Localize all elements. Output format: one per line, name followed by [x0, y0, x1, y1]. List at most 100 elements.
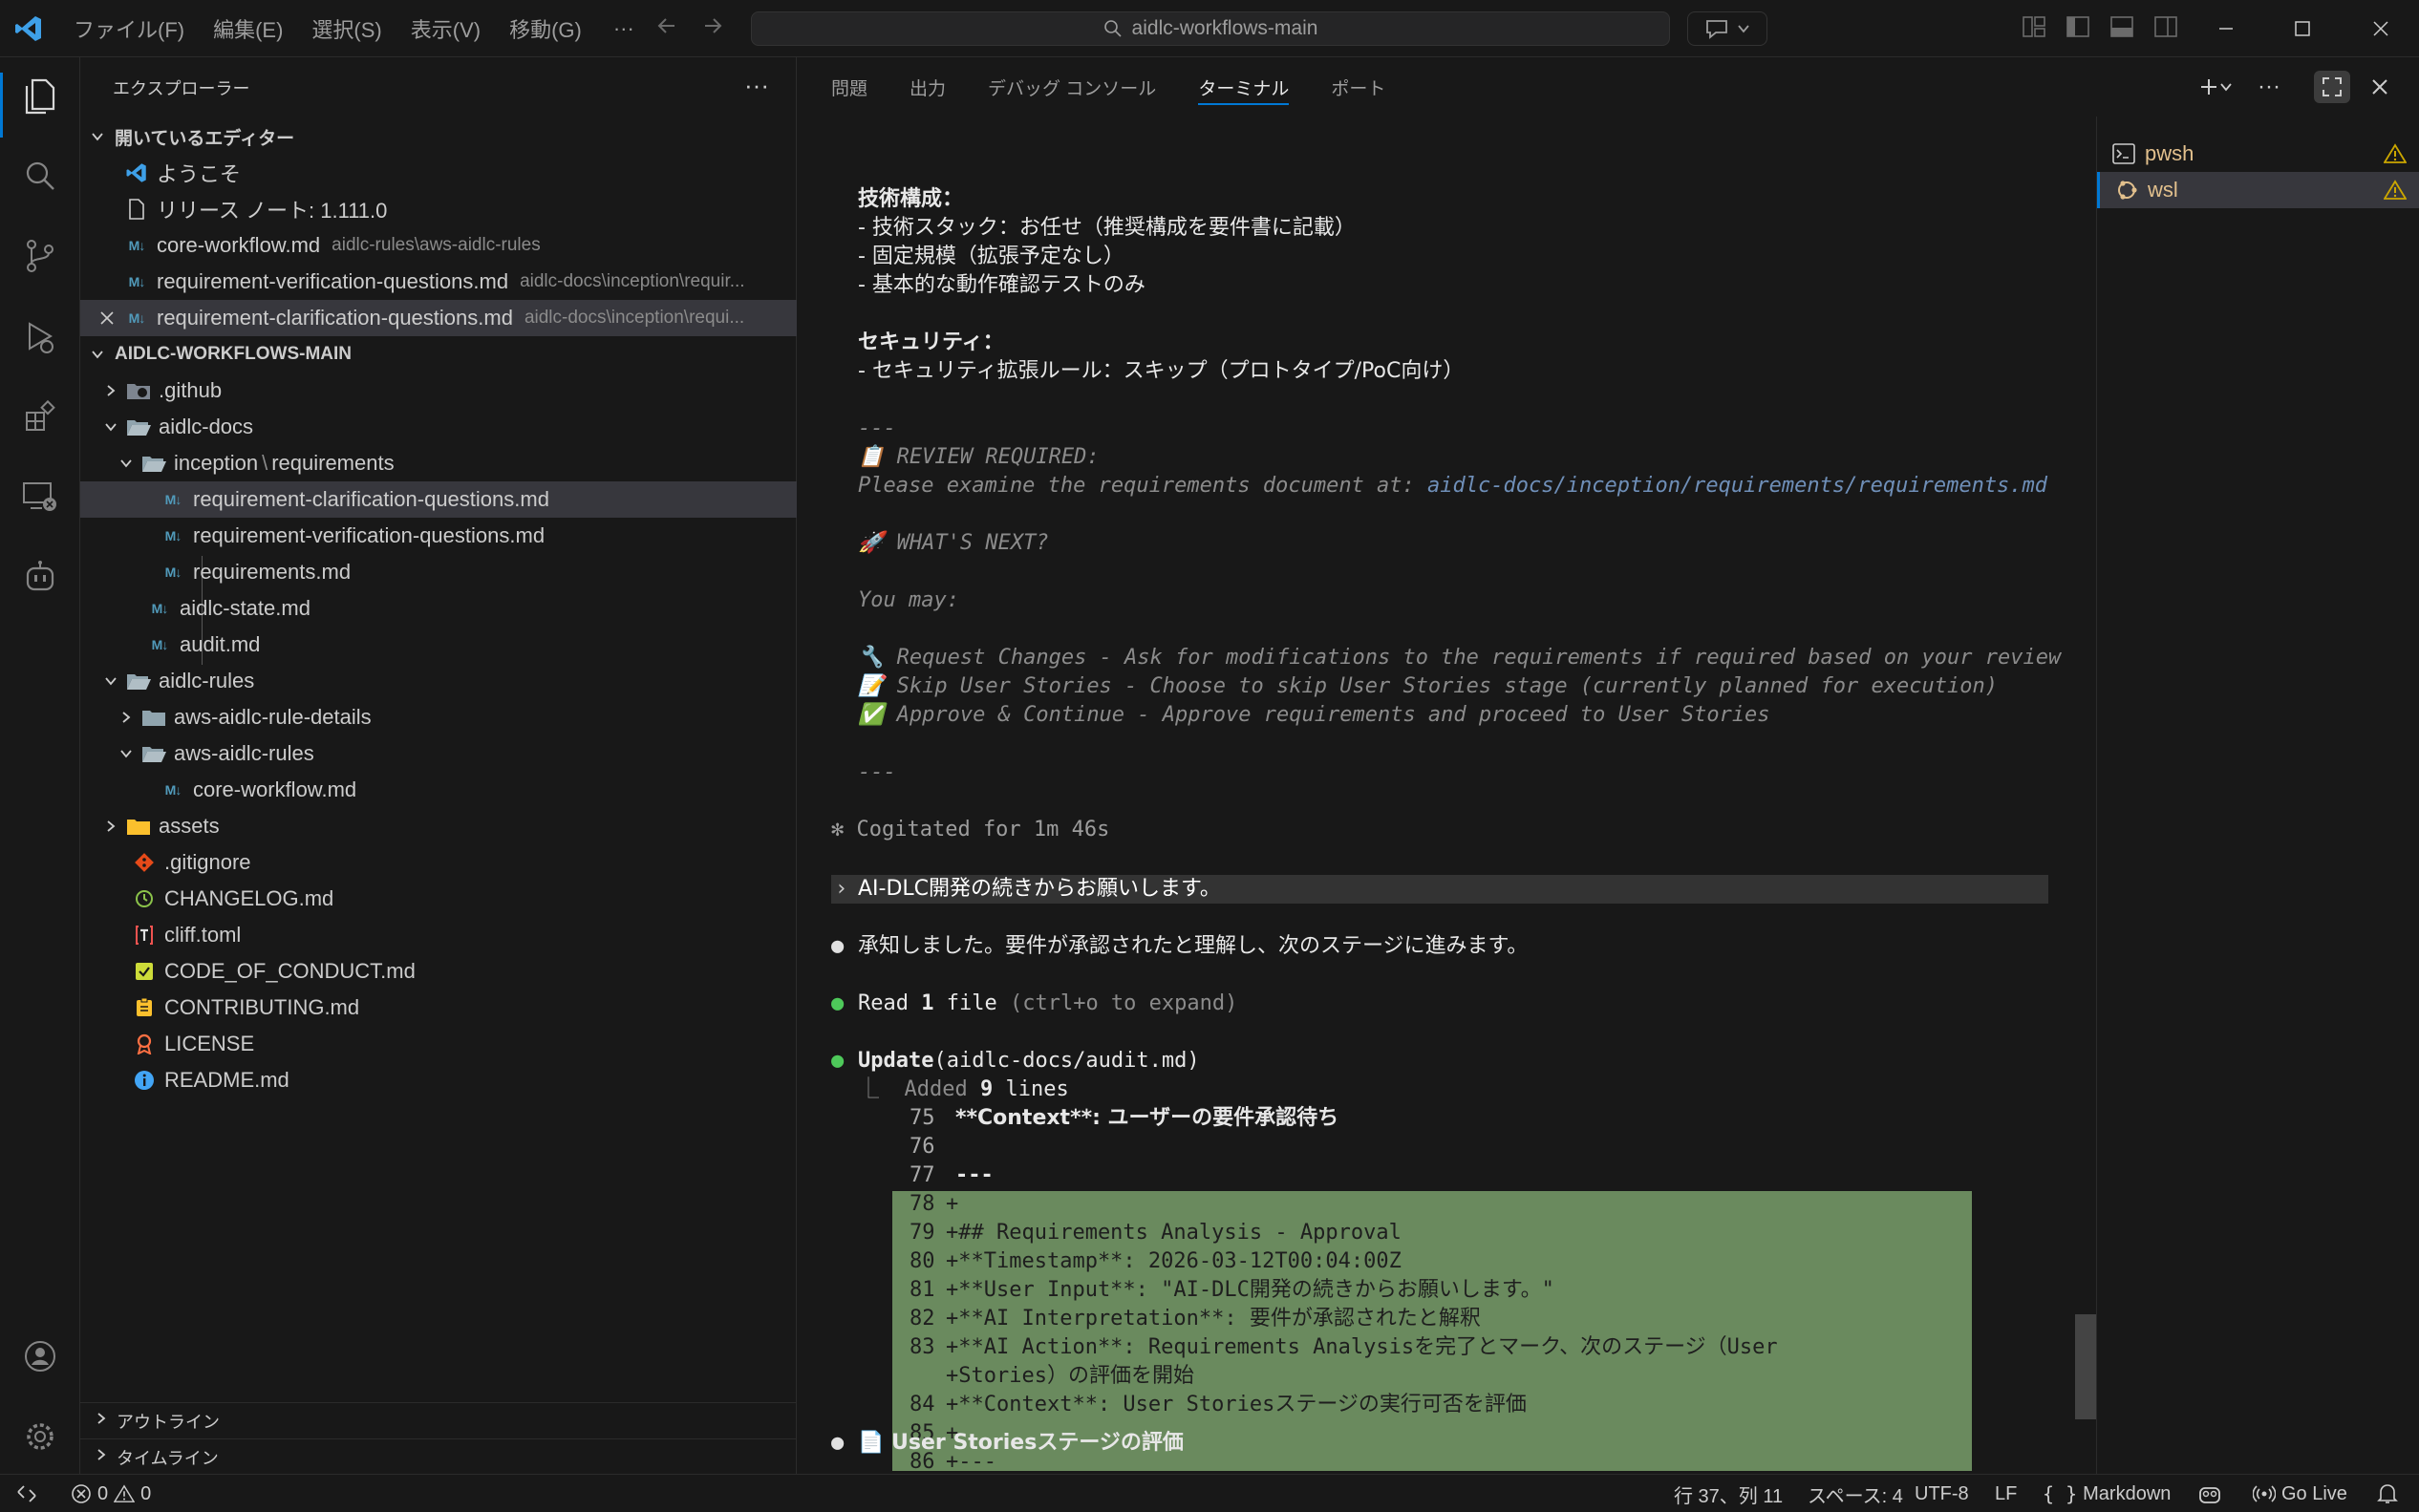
tree-file[interactable]: M↓ audit.md — [80, 627, 797, 663]
open-editor-item[interactable]: リリース ノート: 1.111.0 — [80, 191, 797, 227]
minimize-window-icon[interactable] — [2207, 10, 2245, 48]
maximize-panel-icon[interactable] — [2314, 71, 2350, 103]
warning-count: 0 — [140, 1482, 152, 1504]
open-editor-name: requirement-verification-questions.md — [157, 269, 509, 293]
tab-output[interactable]: 出力 — [910, 57, 946, 117]
diff-line: +**AI Interpretation**: 要件が承認されたと解釈 — [946, 1307, 1481, 1331]
menu-view[interactable]: 表示(V) — [396, 13, 495, 44]
settings-gear-icon[interactable] — [19, 1416, 61, 1458]
terminal-item-pwsh[interactable]: pwsh — [2097, 136, 2419, 172]
tab-problems[interactable]: 問題 — [831, 57, 867, 117]
workspace-header[interactable]: AIDLC-WORKFLOWS-MAIN — [80, 336, 797, 373]
language-mode[interactable]: { } Markdown — [2043, 1475, 2171, 1512]
tree-file-active[interactable]: M↓ requirement-clarification-questions.m… — [80, 481, 797, 518]
terminal-output[interactable]: 技術構成： - 技術スタック：お任せ（推奨構成を要件書に記載） - 固定規模（拡… — [831, 124, 2111, 1471]
open-editor-item-active[interactable]: M↓ requirement-clarification-questions.m… — [80, 300, 797, 336]
tab-ports[interactable]: ポート — [1331, 57, 1385, 117]
outline-section[interactable]: アウトライン — [80, 1402, 797, 1438]
tree-file[interactable]: LICENSE — [80, 1026, 797, 1062]
tree-folder[interactable]: aws-aidlc-rule-details — [80, 699, 797, 735]
open-editors-header[interactable]: 開いているエディター — [80, 118, 797, 155]
maximize-window-icon[interactable] — [2283, 10, 2322, 48]
tree-folder[interactable]: aidlc-docs — [80, 409, 797, 445]
go-live-button[interactable]: Go Live — [2253, 1475, 2347, 1512]
menu-edit[interactable]: 編集(E) — [199, 13, 297, 44]
open-editor-path: aidlc-docs\inception\requi... — [524, 308, 745, 328]
toggle-primary-sidebar-icon[interactable] — [2066, 15, 2090, 38]
remote-indicator[interactable] — [15, 1475, 38, 1512]
tab-debug-console[interactable]: デバッグ コンソール — [988, 57, 1156, 117]
explorer-more-icon[interactable]: ··· — [744, 71, 769, 100]
tree-file[interactable]: M↓ requirements.md — [80, 554, 797, 590]
tab-terminal[interactable]: ターミナル — [1198, 57, 1290, 117]
checklist-icon — [132, 959, 157, 984]
tree-file[interactable]: M↓ aidlc-state.md — [80, 590, 797, 627]
notifications-bell-icon[interactable] — [2377, 1475, 2398, 1512]
bullet-icon: ● — [831, 1049, 845, 1073]
timeline-section[interactable]: タイムライン — [80, 1438, 797, 1475]
ubuntu-icon — [2118, 181, 2137, 200]
remote-explorer-icon[interactable] — [19, 476, 61, 518]
chat-button[interactable] — [1687, 11, 1767, 46]
open-editor-item[interactable]: M↓ core-workflow.md aidlc-rules\aws-aidl… — [80, 227, 797, 264]
tree-folder[interactable]: assets — [80, 808, 797, 844]
open-editor-item[interactable]: M↓ requirement-verification-questions.md… — [80, 264, 797, 300]
source-control-icon[interactable] — [19, 235, 61, 277]
explorer-icon[interactable] — [19, 75, 61, 117]
run-debug-icon[interactable] — [19, 315, 61, 357]
encoding[interactable]: UTF-8 — [1915, 1475, 1969, 1512]
search-icon[interactable] — [19, 155, 61, 197]
back-arrow-icon[interactable] — [655, 13, 678, 44]
tree-file[interactable]: M↓ core-workflow.md — [80, 772, 797, 808]
tree-file[interactable]: CHANGELOG.md — [80, 881, 797, 917]
menu-file[interactable]: ファイル(F) — [59, 13, 199, 44]
close-panel-icon[interactable] — [2364, 71, 2396, 103]
new-terminal-button[interactable] — [2192, 71, 2239, 103]
go-live-label: Go Live — [2281, 1482, 2347, 1504]
folder-open-icon — [141, 451, 166, 476]
cursor-position[interactable]: 行 37、列 11 — [1674, 1475, 1783, 1512]
tree-file[interactable]: cliff.toml — [80, 917, 797, 953]
title-bar: ファイル(F) 編集(E) 選択(S) 表示(V) 移動(G) ··· aidl… — [0, 0, 2419, 57]
problems-indicator[interactable]: 0 0 — [71, 1475, 151, 1512]
command-center-search[interactable]: aidlc-workflows-main — [751, 11, 1670, 46]
markdown-icon: M↓ — [164, 782, 182, 798]
tree-folder[interactable]: aidlc-rules — [80, 663, 797, 699]
terminal-item-wsl[interactable]: wsl — [2097, 172, 2419, 208]
toggle-secondary-sidebar-icon[interactable] — [2153, 15, 2178, 38]
tree-folder[interactable]: inception \ requirements — [80, 445, 797, 481]
tree-file[interactable]: CODE_OF_CONDUCT.md — [80, 953, 797, 990]
panel-more-icon[interactable]: ··· — [2253, 71, 2285, 103]
account-icon[interactable] — [19, 1335, 61, 1377]
menu-go[interactable]: 移動(G) — [495, 13, 596, 44]
end-of-line[interactable]: LF — [1995, 1475, 2017, 1512]
copilot-status-icon[interactable] — [2197, 1475, 2222, 1512]
terminal-line: ✅ Approve & Continue - Approve requireme… — [858, 703, 1770, 727]
customize-layout-icon[interactable] — [2022, 15, 2046, 38]
tree-folder[interactable]: aws-aidlc-rules — [80, 735, 797, 772]
tree-file[interactable]: M↓ requirement-verification-questions.md — [80, 518, 797, 554]
explorer-sidebar: エクスプローラー ··· 開いているエディター ようこそ リリース ノート: 1… — [80, 57, 797, 1474]
tree-file[interactable]: CONTRIBUTING.md — [80, 990, 797, 1026]
terminal-link[interactable]: aidlc-docs/inception/requirements/requir… — [1427, 474, 2047, 498]
forward-arrow-icon[interactable] — [701, 13, 724, 44]
extensions-icon[interactable] — [19, 395, 61, 437]
copilot-icon[interactable] — [19, 556, 61, 598]
tree-folder[interactable]: .github — [80, 373, 797, 409]
indentation[interactable]: スペース: 4 — [1808, 1475, 1903, 1512]
tree-label: core-workflow.md — [193, 777, 357, 801]
tree-file[interactable]: README.md — [80, 1062, 797, 1098]
contributing-icon — [132, 995, 157, 1020]
menu-selection[interactable]: 選択(S) — [297, 13, 396, 44]
chevron-right-icon: › — [835, 877, 848, 901]
tree-file[interactable]: .gitignore — [80, 844, 797, 881]
open-editor-name: リリース ノート: 1.111.0 — [157, 199, 388, 223]
close-window-icon[interactable] — [2362, 10, 2400, 48]
tree-label: aidlc-docs — [159, 415, 254, 438]
toggle-panel-icon[interactable] — [2109, 15, 2134, 38]
tree-label: CHANGELOG.md — [164, 886, 334, 910]
terminal-scrollbar[interactable] — [2075, 1314, 2096, 1419]
close-icon[interactable] — [97, 309, 117, 328]
open-editor-item[interactable]: ようこそ — [80, 155, 797, 191]
menu-more-icon[interactable]: ··· — [596, 16, 652, 41]
